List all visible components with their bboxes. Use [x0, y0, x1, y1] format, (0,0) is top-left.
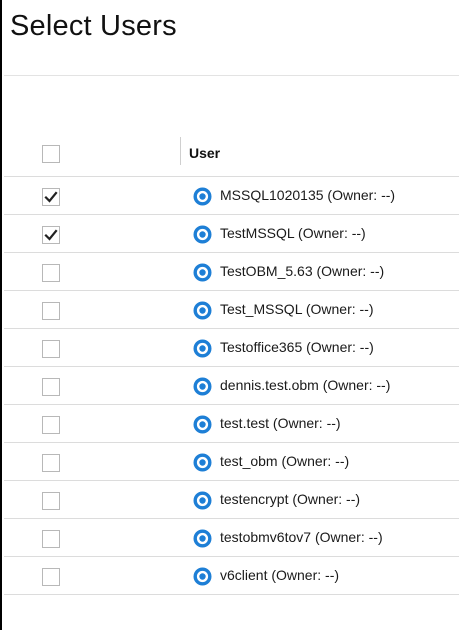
table-row[interactable]: MSSQL1020135 (Owner: --)	[4, 177, 459, 215]
user-label: MSSQL1020135 (Owner: --)	[220, 187, 396, 203]
row-checkbox[interactable]	[42, 378, 60, 396]
row-checkbox[interactable]	[42, 530, 60, 548]
user-circle-icon	[193, 377, 212, 396]
user-circle-icon	[193, 339, 212, 358]
table-row[interactable]: v6client (Owner: --)	[4, 557, 459, 595]
row-checkbox[interactable]	[42, 568, 60, 586]
users-table: User MSSQL1020135 (Owner: --) TestMSSQL (…	[4, 131, 459, 595]
table-row[interactable]: Testoffice365 (Owner: --)	[4, 329, 459, 367]
user-label: test_obm (Owner: --)	[220, 453, 350, 469]
user-circle-icon	[193, 187, 212, 206]
user-label: testencrypt (Owner: --)	[220, 491, 361, 507]
user-circle-icon	[193, 529, 212, 548]
checkmark-icon	[44, 229, 58, 241]
row-checkbox[interactable]	[42, 264, 60, 282]
select-users-panel: Select Users User MSSQL1020135 (Owner: -…	[0, 0, 459, 630]
table-row[interactable]: test_obm (Owner: --)	[4, 443, 459, 481]
user-circle-icon	[193, 301, 212, 320]
user-circle-icon	[193, 453, 212, 472]
title-divider	[4, 75, 459, 76]
user-circle-icon	[193, 263, 212, 282]
select-all-checkbox[interactable]	[42, 145, 60, 163]
user-circle-icon	[193, 567, 212, 586]
page-title: Select Users	[10, 10, 177, 42]
table-row[interactable]: TestMSSQL (Owner: --)	[4, 215, 459, 253]
user-circle-icon	[193, 491, 212, 510]
user-label: dennis.test.obm (Owner: --)	[220, 377, 391, 393]
row-checkbox[interactable]	[42, 340, 60, 358]
row-checkbox[interactable]	[42, 454, 60, 472]
row-checkbox[interactable]	[42, 416, 60, 434]
user-label: v6client (Owner: --)	[220, 567, 340, 583]
table-row[interactable]: testobmv6tov7 (Owner: --)	[4, 519, 459, 557]
table-row[interactable]: dennis.test.obm (Owner: --)	[4, 367, 459, 405]
user-circle-icon	[193, 415, 212, 434]
table-row[interactable]: test.test (Owner: --)	[4, 405, 459, 443]
table-row[interactable]: Test_MSSQL (Owner: --)	[4, 291, 459, 329]
user-label: testobmv6tov7 (Owner: --)	[220, 529, 383, 545]
row-checkbox[interactable]	[42, 188, 60, 206]
table-header-row: User	[4, 131, 459, 177]
user-label: TestOBM_5.63 (Owner: --)	[220, 263, 385, 279]
user-label: test.test (Owner: --)	[220, 415, 341, 431]
user-label: Test_MSSQL (Owner: --)	[220, 301, 374, 317]
table-body: MSSQL1020135 (Owner: --) TestMSSQL (Owner…	[4, 177, 459, 595]
column-divider	[180, 137, 181, 165]
user-label: TestMSSQL (Owner: --)	[220, 225, 366, 241]
user-circle-icon	[193, 225, 212, 244]
checkmark-icon	[44, 191, 58, 203]
table-row[interactable]: TestOBM_5.63 (Owner: --)	[4, 253, 459, 291]
user-label: Testoffice365 (Owner: --)	[220, 339, 374, 355]
column-header-user[interactable]: User	[189, 145, 220, 161]
row-checkbox[interactable]	[42, 302, 60, 320]
row-checkbox[interactable]	[42, 226, 60, 244]
table-row[interactable]: testencrypt (Owner: --)	[4, 481, 459, 519]
row-checkbox[interactable]	[42, 492, 60, 510]
